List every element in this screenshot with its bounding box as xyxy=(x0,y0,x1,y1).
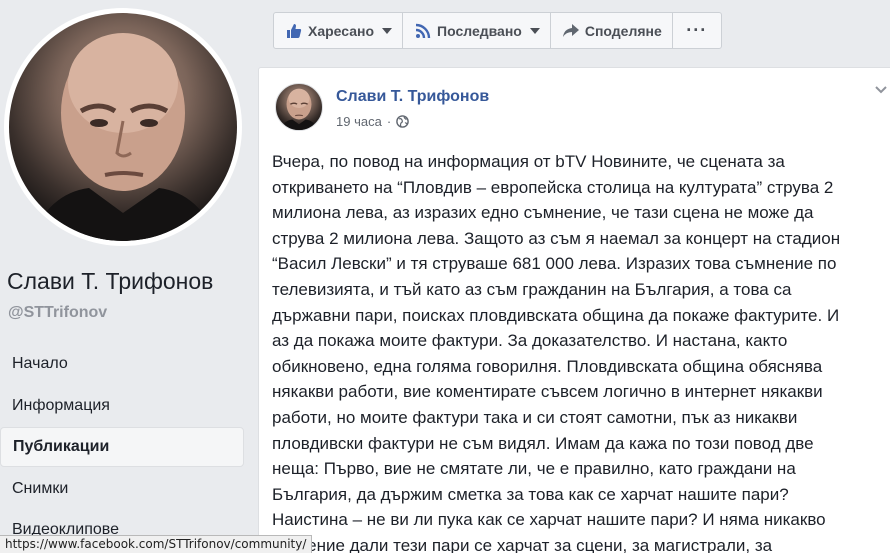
follow-button[interactable]: Последвано xyxy=(403,13,551,48)
share-button[interactable]: Споделяне xyxy=(551,13,673,48)
left-column: Слави Т. Трифонов @STTrifonov Начало Инф… xyxy=(0,0,258,553)
more-options-button[interactable]: ··· xyxy=(673,13,721,48)
post-options-chevron-icon[interactable] xyxy=(875,86,887,94)
like-button-label: Харесано xyxy=(308,22,375,39)
nav-item-home[interactable]: Начало xyxy=(0,344,244,384)
post-card: Слави Т. Трифонов 19 часа · Вчера, по по… xyxy=(258,67,890,553)
page-name[interactable]: Слави Т. Трифонов xyxy=(7,268,213,295)
post-author-name[interactable]: Слави Т. Трифонов xyxy=(336,88,489,106)
post-timestamp[interactable]: 19 часа xyxy=(336,114,382,129)
avatar-image xyxy=(279,88,319,130)
browser-status-url: https://www.facebook.com/STTrifonov/comm… xyxy=(0,535,313,553)
post-meta: 19 часа · xyxy=(336,114,409,129)
portrait-image xyxy=(29,33,219,241)
globe-icon[interactable] xyxy=(396,115,409,128)
page-handle[interactable]: @STTrifonov xyxy=(8,304,107,322)
nav-item-photos[interactable]: Снимки xyxy=(0,469,244,509)
post-body-text: Вчера, по повод на информация от bTV Нов… xyxy=(272,152,841,553)
rss-icon xyxy=(415,23,431,39)
share-arrow-icon xyxy=(562,23,579,38)
profile-photo xyxy=(9,13,237,241)
meta-separator: · xyxy=(386,114,392,129)
share-button-label: Споделяне xyxy=(584,22,662,39)
post-author-avatar[interactable] xyxy=(275,83,323,131)
thumbs-up-icon xyxy=(286,23,302,39)
profile-picture[interactable] xyxy=(4,8,242,246)
chevron-down-icon xyxy=(382,27,393,34)
follow-button-label: Последвано xyxy=(437,22,522,39)
nav-item-posts[interactable]: Публикации xyxy=(0,427,244,467)
page-nav: Начало Информация Публикации Снимки Виде… xyxy=(0,344,244,552)
page-action-bar: Харесано Последвано Споделяне ··· xyxy=(273,12,722,49)
nav-item-about[interactable]: Информация xyxy=(0,386,244,426)
chevron-down-icon xyxy=(529,27,540,34)
like-button[interactable]: Харесано xyxy=(274,13,404,48)
